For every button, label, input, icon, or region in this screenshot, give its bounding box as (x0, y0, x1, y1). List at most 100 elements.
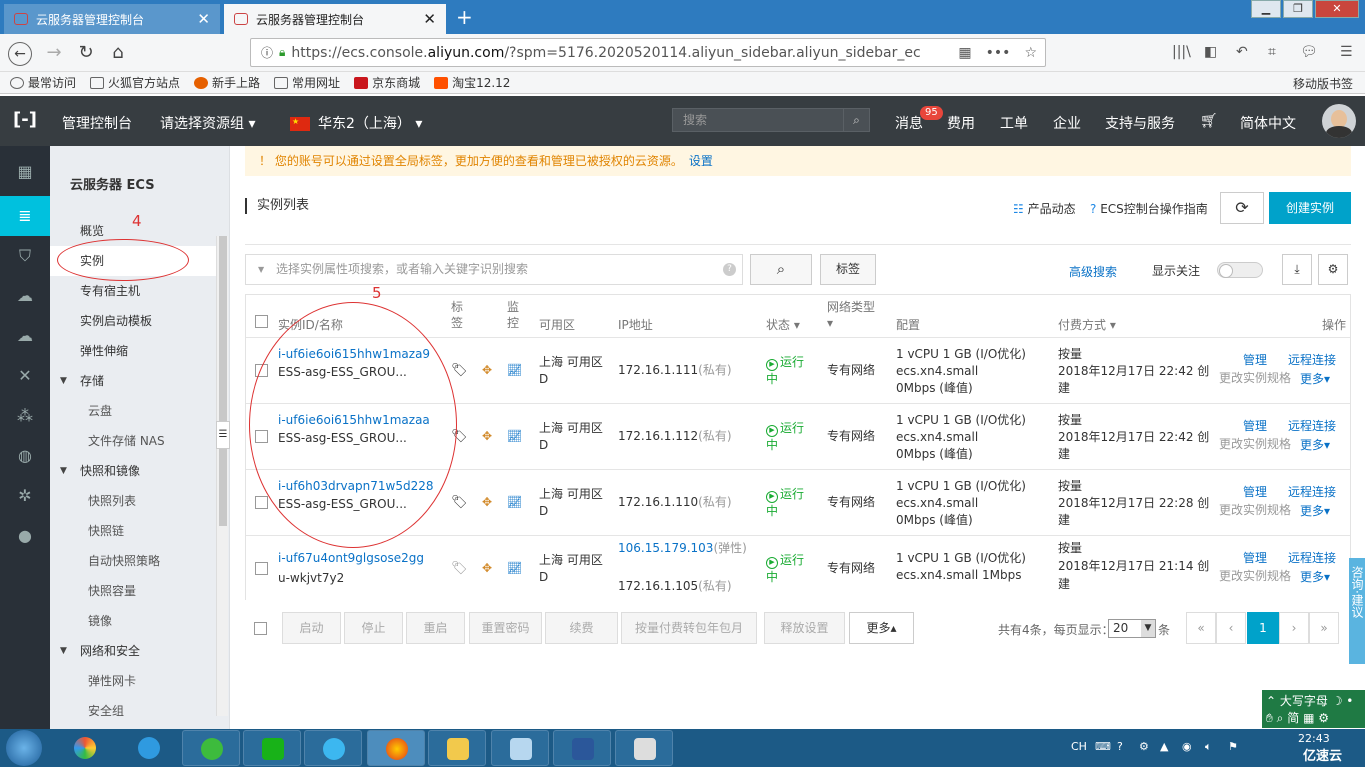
change-spec-link[interactable]: 更改实例规格 (1219, 502, 1291, 519)
tag-icon[interactable]: 🏷︎ (451, 362, 468, 379)
puzzle-icon[interactable]: ✥ (482, 560, 492, 577)
bookmark-taobao[interactable]: 淘宝12.12 (434, 74, 510, 91)
col-header-network[interactable]: 网络类型 ▾ (827, 299, 875, 341)
puzzle-icon[interactable]: ✥ (482, 428, 492, 445)
app-tray-icon[interactable]: ◉ (1182, 740, 1192, 753)
instance-filter-input[interactable]: 选择实例属性项搜索，或者输入关键字识别搜索? (245, 254, 743, 285)
address-bar[interactable]: ⓘ 🔒︎ https://ecs.console.aliyun.com/?spm… (250, 38, 1046, 67)
bookmark-firefox[interactable]: 火狐官方站点 (90, 74, 180, 91)
manage-link[interactable]: 管理 (1243, 418, 1267, 435)
create-instance-button[interactable]: 创建实例 (1269, 192, 1351, 224)
bookmark-most-visited[interactable]: 最常访问 (10, 74, 76, 91)
sidebar-item[interactable]: 文件存储 NAS (50, 426, 216, 456)
monitor-chart-icon[interactable]: 📈︎ (507, 494, 522, 511)
export-button[interactable]: ⤓ (1282, 254, 1312, 285)
tag-icon[interactable]: 🏷︎ (451, 494, 468, 511)
close-tab-icon[interactable]: ✕ (423, 10, 436, 28)
sidebar-item[interactable]: 云盘 (50, 396, 216, 426)
change-spec-link[interactable]: 更改实例规格 (1219, 370, 1291, 387)
browser-tab-1[interactable]: 云服务器管理控制台 ✕ (4, 4, 220, 34)
network-icon[interactable]: ✕ (0, 356, 50, 396)
firefox-icon[interactable] (367, 730, 425, 766)
tickets-link[interactable]: 工单 (1000, 113, 1028, 133)
advanced-search-link[interactable]: 高级搜索 (1069, 263, 1117, 280)
consult-feedback-tab[interactable]: 咨询·建议 (1349, 558, 1365, 664)
maximize-icon[interactable]: ❐ (1283, 0, 1313, 18)
ecs-server-icon[interactable]: ≣ (0, 196, 50, 236)
fees-link[interactable]: 费用 (947, 113, 975, 133)
more-actions-button[interactable]: 更多▴ (849, 612, 914, 644)
sidebar-group[interactable]: 网络和安全 (50, 636, 216, 666)
more-ops-link[interactable]: 更多▾ (1300, 371, 1330, 388)
language-select[interactable]: 简体中文 (1240, 113, 1296, 133)
first-page-button[interactable]: « (1186, 612, 1216, 644)
circle-icon[interactable]: ● (0, 516, 50, 556)
app-360-icon[interactable] (182, 730, 240, 766)
browser-tab-2[interactable]: 云服务器管理控制台 ✕ (224, 4, 446, 34)
iqiyi-icon[interactable] (243, 730, 301, 766)
puzzle-icon[interactable]: ✥ (482, 362, 492, 379)
help-icon[interactable]: ? (1117, 740, 1123, 753)
product-news-link[interactable]: ☷ 产品动态 (1013, 200, 1076, 217)
info-icon[interactable]: ⓘ (261, 44, 273, 61)
minimize-icon[interactable]: ▁ (1251, 0, 1281, 18)
tags-button[interactable]: 标签 (820, 254, 876, 285)
app-window-icon[interactable] (615, 730, 673, 766)
language-indicator[interactable]: CH (1071, 740, 1087, 753)
remote-connect-link[interactable]: 远程连接 (1288, 550, 1336, 567)
monitor-chart-icon[interactable]: 📈︎ (507, 362, 522, 379)
bulk-action-button[interactable]: 重启 (406, 612, 465, 644)
ime-toolbar[interactable]: ⌃ 大写字母 ☽ • ✋︎ ⌕ 简 ▦ ⚙ (1262, 690, 1365, 728)
sidebar-item[interactable]: 安全组 (50, 696, 216, 726)
instance-id-link[interactable]: i-uf67u4ont9glgsose2gg (278, 550, 424, 567)
app-notes-icon[interactable] (491, 730, 549, 766)
bulk-action-button[interactable]: 按量付费转包年包月 (621, 612, 757, 644)
monitor-chart-icon[interactable]: 📈︎ (507, 560, 522, 577)
new-tab-icon[interactable]: + (456, 5, 473, 29)
prev-page-button[interactable]: ‹ (1216, 612, 1246, 644)
home-icon[interactable]: ⌂ (106, 42, 130, 66)
windows-start-icon[interactable] (6, 730, 42, 766)
last-page-button[interactable]: » (1309, 612, 1339, 644)
refresh-button[interactable]: ⟳ (1220, 192, 1264, 224)
bookmark-common-sites[interactable]: 常用网址 (274, 74, 340, 91)
page-size-select[interactable]: 20 ▼ (1108, 619, 1156, 638)
more-ops-link[interactable]: 更多▾ (1300, 569, 1330, 586)
aliyun-logo-icon[interactable]: [-] (13, 109, 37, 130)
sidebar-toggle-icon[interactable]: ◧ (1204, 44, 1217, 60)
console-search-input[interactable]: 搜索 ⌕ (672, 108, 870, 132)
back-arrow-icon[interactable]: ← (8, 42, 32, 66)
settings-button[interactable]: ⚙ (1318, 254, 1348, 285)
sidebar-item[interactable]: 快照链 (50, 516, 216, 546)
mobile-bookmarks[interactable]: 移动版书签 (1293, 75, 1353, 92)
manage-link[interactable]: 管理 (1243, 550, 1267, 567)
settings-tray-icon[interactable]: ⚙ (1139, 740, 1149, 753)
sidebar-item[interactable]: 弹性伸缩 (50, 336, 216, 366)
reload-icon[interactable]: ↻ (74, 42, 98, 66)
sidebar-item[interactable]: 实例启动模板 (50, 306, 216, 336)
file-explorer-icon[interactable] (428, 730, 486, 766)
bulk-action-button[interactable]: 续费 (545, 612, 618, 644)
change-spec-link[interactable]: 更改实例规格 (1219, 568, 1291, 585)
bulk-action-button[interactable]: 释放设置 (764, 612, 845, 644)
cloud-icon[interactable]: ☁ (0, 276, 50, 316)
screenshot-icon[interactable]: ⌗ (1268, 44, 1276, 60)
show-hidden-icon[interactable]: ▲ (1160, 740, 1168, 753)
resource-group-select[interactable]: 请选择资源组 ▾ (160, 113, 255, 133)
bookmark-jd[interactable]: 京东商城 (354, 74, 420, 91)
library-icon[interactable]: |||\ (1172, 44, 1191, 60)
sidebar-collapse-handle[interactable]: ☰ (216, 421, 230, 449)
enterprise-link[interactable]: 企业 (1053, 113, 1081, 133)
keyboard-icon[interactable]: ⌨ (1095, 740, 1111, 753)
help-circle-icon[interactable]: ? (723, 263, 736, 276)
sidebar-item[interactable]: 快照容量 (50, 576, 216, 606)
row-checkbox[interactable] (255, 562, 268, 575)
page-actions-icon[interactable]: ••• (986, 45, 1011, 61)
cart-icon[interactable]: 🛒︎ (1200, 113, 1218, 129)
nodes-icon[interactable]: ⁂ (0, 396, 50, 436)
flag-icon[interactable]: ⚑ (1228, 740, 1238, 753)
messages-link[interactable]: 消息 (895, 113, 923, 133)
bookmark-getting-started[interactable]: 新手上路 (194, 74, 260, 91)
bulk-action-button[interactable]: 重置密码 (469, 612, 542, 644)
remote-connect-link[interactable]: 远程连接 (1288, 418, 1336, 435)
